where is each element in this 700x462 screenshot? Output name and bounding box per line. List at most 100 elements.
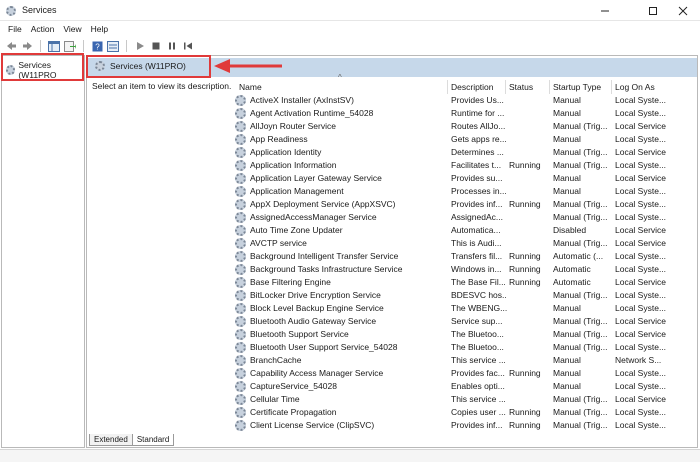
service-name: Background Tasks Infrastructure Service xyxy=(250,264,403,274)
table-row[interactable]: Bluetooth Support Service The Bluetoo... M… xyxy=(233,328,697,341)
service-gear-icon xyxy=(235,95,246,106)
close-icon xyxy=(678,6,688,15)
service-log-on-as: Local Service xyxy=(615,173,667,183)
table-row[interactable]: Application Information Facilitates t... R… xyxy=(233,159,697,172)
column-divider[interactable] xyxy=(549,80,550,94)
column-divider[interactable] xyxy=(505,80,506,94)
service-name: App Readiness xyxy=(250,134,308,144)
service-name: Bluetooth Support Service xyxy=(250,329,349,339)
service-name: Agent Activation Runtime_54028 xyxy=(250,108,374,118)
menu-help[interactable]: Help xyxy=(89,22,115,37)
service-name: Auto Time Zone Updater xyxy=(250,225,343,235)
console-tree-icon[interactable] xyxy=(47,40,61,53)
close-button[interactable] xyxy=(664,0,700,21)
help-icon[interactable]: ? xyxy=(90,40,104,53)
minimize-button[interactable] xyxy=(586,0,624,21)
service-log-on-as: Local Service xyxy=(615,316,667,326)
table-row[interactable]: AVCTP service This is Audi... Manual (Trig… xyxy=(233,237,697,250)
column-header-startup-type[interactable]: Startup Type xyxy=(553,82,601,94)
table-row[interactable]: Application Identity Determines ... Manual… xyxy=(233,146,697,159)
tab-standard[interactable]: Standard xyxy=(131,434,175,446)
restart-icon[interactable] xyxy=(181,40,195,53)
back-icon[interactable] xyxy=(4,40,18,53)
table-row[interactable]: Bluetooth Audio Gateway Service Service s… xyxy=(233,315,697,328)
service-startup-type: Manual xyxy=(553,303,581,313)
service-startup-type: Manual xyxy=(553,355,581,365)
table-row[interactable]: AssignedAccessManager Service AssignedAc.… xyxy=(233,211,697,224)
service-name: Background Intelligent Transfer Service xyxy=(250,251,399,261)
service-startup-type: Manual (Trig... xyxy=(553,238,608,248)
forward-icon[interactable] xyxy=(20,40,34,53)
service-startup-type: Manual (Trig... xyxy=(553,316,608,326)
service-name: BranchCache xyxy=(250,355,302,365)
column-header-log-on-as[interactable]: Log On As xyxy=(615,82,655,94)
table-row[interactable]: Capability Access Manager Service Provide… xyxy=(233,367,697,380)
column-divider[interactable] xyxy=(611,80,612,94)
stop-icon[interactable] xyxy=(149,40,163,53)
service-description: This service ... xyxy=(451,355,506,365)
service-log-on-as: Local Syste... xyxy=(615,407,667,417)
table-row[interactable]: Bluetooth User Support Service_54028 The … xyxy=(233,341,697,354)
service-description: The WBENG... xyxy=(451,303,507,313)
service-name: AssignedAccessManager Service xyxy=(250,212,377,222)
sort-ascending-icon: ^ xyxy=(338,73,342,82)
service-log-on-as: Local Service xyxy=(615,238,667,248)
table-row[interactable]: AppX Deployment Service (AppXSVC) Provide… xyxy=(233,198,697,211)
service-description: The Base Fil... xyxy=(451,277,506,287)
service-status: Running xyxy=(509,420,541,430)
service-log-on-as: Local Syste... xyxy=(615,303,667,313)
table-row[interactable]: Application Management Processes in... Man… xyxy=(233,185,697,198)
service-log-on-as: Local Syste... xyxy=(615,290,667,300)
service-name: ActiveX Installer (AxInstSV) xyxy=(250,95,354,105)
service-status: Running xyxy=(509,264,541,274)
table-row[interactable]: Application Layer Gateway Service Provide… xyxy=(233,172,697,185)
service-name: Bluetooth User Support Service_54028 xyxy=(250,342,398,352)
service-description: This is Audi... xyxy=(451,238,502,248)
table-row[interactable]: Agent Activation Runtime_54028 Runtime fo… xyxy=(233,107,697,120)
service-log-on-as: Local Service xyxy=(615,329,667,339)
service-description: Automatica... xyxy=(451,225,501,235)
service-startup-type: Manual (Trig... xyxy=(553,212,608,222)
column-header-description[interactable]: Description xyxy=(451,82,494,94)
column-header-status[interactable]: Status xyxy=(509,82,533,94)
column-header-name[interactable]: Name xyxy=(239,82,262,94)
pause-icon[interactable] xyxy=(165,40,179,53)
service-status: Running xyxy=(509,407,541,417)
play-icon[interactable] xyxy=(133,40,147,53)
service-gear-icon xyxy=(235,212,246,223)
table-row[interactable]: BranchCache This service ... Manual Network… xyxy=(233,354,697,367)
export-list-icon[interactable] xyxy=(63,40,77,53)
service-startup-type: Manual xyxy=(553,95,581,105)
properties-icon[interactable] xyxy=(106,40,120,53)
table-row[interactable]: AllJoyn Router Service Routes AllJo... Man… xyxy=(233,120,697,133)
service-description: This service ... xyxy=(451,394,506,404)
service-startup-type: Automatic (... xyxy=(553,251,604,261)
service-log-on-as: Local Syste... xyxy=(615,212,667,222)
service-description: Copies user ... xyxy=(451,407,506,417)
column-divider[interactable] xyxy=(447,80,448,94)
service-description: Gets apps re... xyxy=(451,134,507,144)
table-row[interactable]: Base Filtering Engine The Base Fil... Runn… xyxy=(233,276,697,289)
menu-file[interactable]: File xyxy=(6,22,29,37)
table-row[interactable]: BitLocker Drive Encryption Service BDESVC… xyxy=(233,289,697,302)
service-gear-icon xyxy=(235,394,246,405)
service-startup-type: Manual (Trig... xyxy=(553,147,608,157)
table-row[interactable]: Block Level Backup Engine Service The WBE… xyxy=(233,302,697,315)
description-hint: Select an item to view its description. xyxy=(92,81,232,91)
table-row[interactable]: Certificate Propagation Copies user ... Ru… xyxy=(233,406,697,419)
table-row[interactable]: Background Tasks Infrastructure Service W… xyxy=(233,263,697,276)
service-log-on-as: Local Syste... xyxy=(615,342,667,352)
table-row[interactable]: Client License Service (ClipSVC) Provides… xyxy=(233,419,697,432)
table-row[interactable]: CaptureService_54028 Enables opti... Manua… xyxy=(233,380,697,393)
table-row[interactable]: ActiveX Installer (AxInstSV) Provides Us.… xyxy=(233,94,697,107)
table-row[interactable]: App Readiness Gets apps re... Manual Local … xyxy=(233,133,697,146)
service-gear-icon xyxy=(235,199,246,210)
tab-extended[interactable]: Extended xyxy=(89,434,133,446)
service-name: Block Level Backup Engine Service xyxy=(250,303,384,313)
menu-view[interactable]: View xyxy=(61,22,88,37)
table-row[interactable]: Auto Time Zone Updater Automatica... Disab… xyxy=(233,224,697,237)
table-row[interactable]: Background Intelligent Transfer Service T… xyxy=(233,250,697,263)
table-row[interactable]: Cellular Time This service ... Manual (Tri… xyxy=(233,393,697,406)
menu-action[interactable]: Action xyxy=(29,22,62,37)
service-log-on-as: Local Service xyxy=(615,225,667,235)
